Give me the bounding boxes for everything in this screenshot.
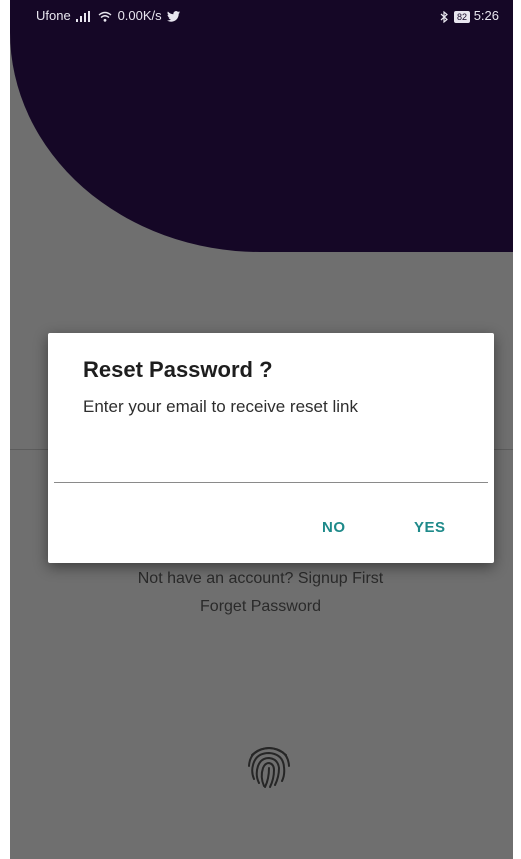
dialog-title: Reset Password ?: [83, 357, 273, 382]
header-curve-background: [10, 32, 513, 252]
forgot-password-link[interactable]: Forget Password: [0, 598, 521, 616]
email-input[interactable]: [54, 439, 488, 483]
network-speed: 0.00K/s: [117, 8, 162, 23]
battery-level: 82: [457, 11, 468, 22]
twitter-icon: [167, 11, 181, 22]
status-left: Ufone 0.00K/s: [36, 0, 182, 32]
reset-password-dialog: Reset Password ? Enter your email to rec…: [48, 333, 494, 563]
yes-button[interactable]: YES: [414, 519, 446, 536]
wifi-icon: [98, 11, 112, 22]
signal-icon: [76, 11, 91, 23]
carrier-name: Ufone: [36, 8, 71, 23]
clock: 5:26: [473, 8, 499, 23]
dialog-message: Enter your email to receive reset link: [83, 397, 358, 416]
fingerprint-icon[interactable]: [242, 739, 296, 793]
divider-line: [10, 449, 50, 450]
status-right: 82 5:26: [438, 0, 499, 32]
no-button[interactable]: NO: [322, 519, 346, 536]
signup-link[interactable]: Not have an account? Signup First: [0, 570, 521, 588]
status-bar: Ufone 0.00K/s 82 5:26: [10, 0, 513, 32]
battery-icon: 82: [454, 10, 471, 23]
bluetooth-icon: [441, 10, 449, 23]
